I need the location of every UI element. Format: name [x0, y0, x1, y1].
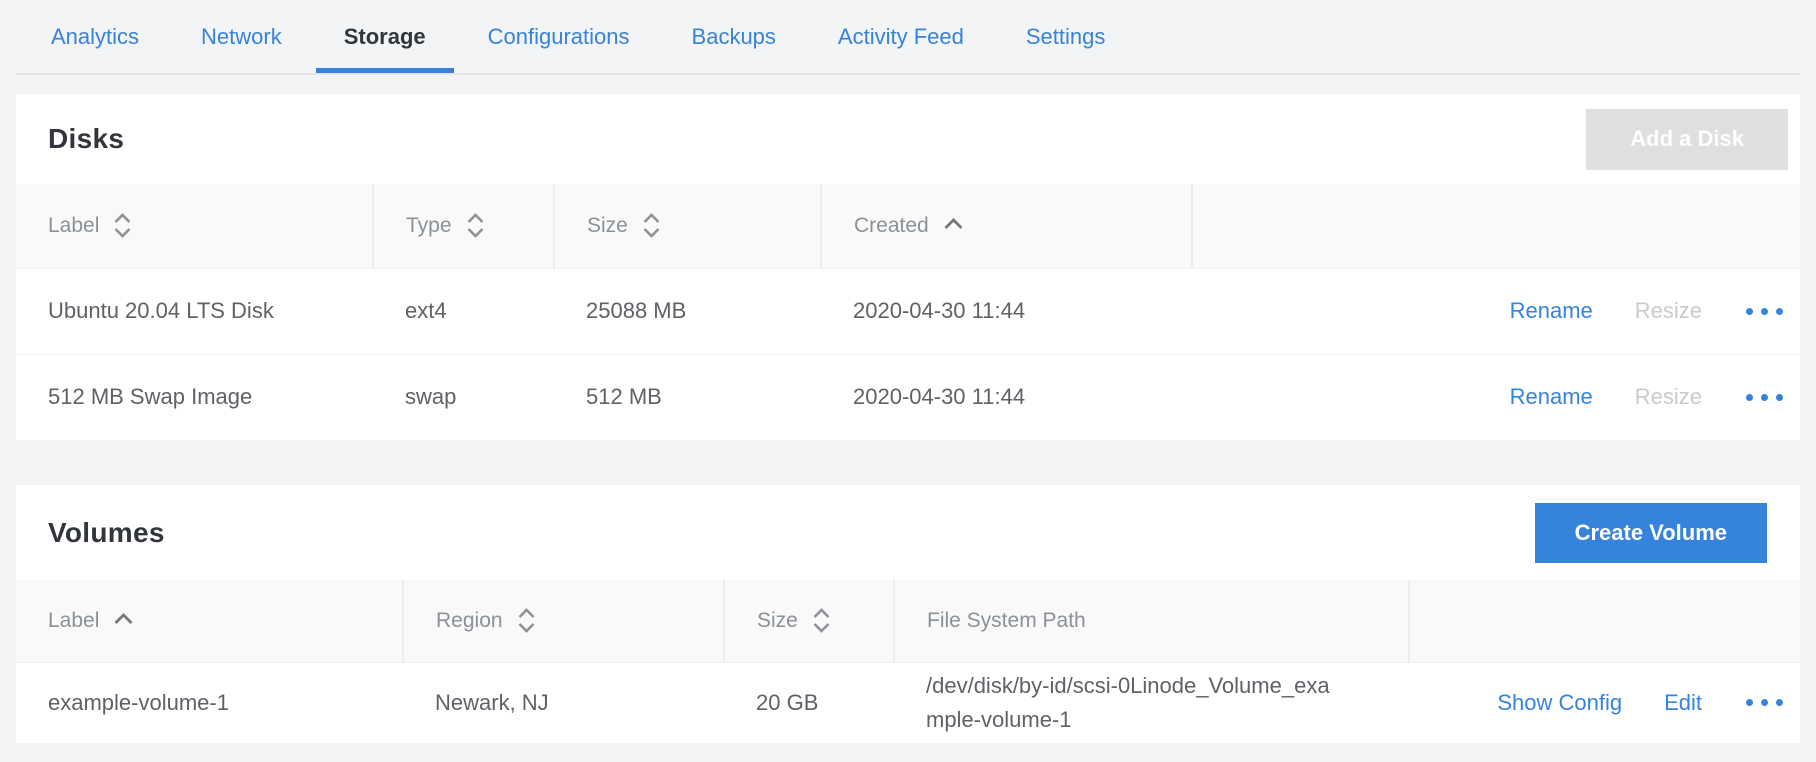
tab-analytics[interactable]: Analytics	[23, 0, 167, 73]
disk-label-cell: 512 MB Swap Image	[16, 354, 373, 440]
disks-actions-header	[1192, 184, 1800, 268]
sort-both-icon	[811, 607, 832, 634]
sort-asc-icon	[942, 217, 965, 230]
tab-configurations[interactable]: Configurations	[460, 0, 658, 73]
add-disk-button[interactable]: Add a Disk	[1586, 109, 1788, 170]
disks-sort-type[interactable]: Type	[373, 184, 554, 268]
volumes-actions-header	[1409, 580, 1800, 662]
volume-size-cell: 20 GB	[724, 662, 894, 743]
volumes-header-row: Label Region Size	[16, 580, 1800, 662]
column-header-label: Label	[48, 609, 99, 633]
column-header-label: Type	[406, 214, 452, 238]
disks-panel-header: Disks Add a Disk	[16, 94, 1800, 184]
disks-title: Disks	[48, 123, 124, 155]
ellipsis-menu-icon[interactable]	[1744, 693, 1785, 712]
volumes-sort-size[interactable]: Size	[724, 580, 894, 662]
rename-link[interactable]: Rename	[1510, 384, 1593, 410]
ellipsis-menu-icon[interactable]	[1744, 302, 1785, 321]
column-header-label: Region	[436, 609, 503, 633]
tab-settings[interactable]: Settings	[998, 0, 1134, 73]
disks-sort-size[interactable]: Size	[554, 184, 821, 268]
disk-label-cell: Ubuntu 20.04 LTS Disk	[16, 268, 373, 354]
resize-link[interactable]: Resize	[1635, 384, 1702, 410]
resize-link[interactable]: Resize	[1635, 298, 1702, 324]
tab-activity-feed[interactable]: Activity Feed	[810, 0, 992, 73]
show-config-link[interactable]: Show Config	[1497, 690, 1622, 716]
tab-network[interactable]: Network	[173, 0, 310, 73]
ellipsis-menu-icon[interactable]	[1744, 388, 1785, 407]
volume-path-cell: /dev/disk/by-id/scsi-0Linode_Volume_exam…	[894, 662, 1409, 743]
disk-type-cell: ext4	[373, 268, 554, 354]
table-row: 512 MB Swap Image swap 512 MB 2020-04-30…	[16, 354, 1800, 440]
column-header-label: Created	[854, 214, 929, 238]
table-row: example-volume-1 Newark, NJ 20 GB /dev/d…	[16, 662, 1800, 743]
sort-both-icon	[641, 212, 662, 239]
column-header-label: Size	[757, 609, 798, 633]
volumes-sort-region[interactable]: Region	[403, 580, 724, 662]
sort-both-icon	[465, 212, 486, 239]
volumes-table: Label Region Size	[16, 580, 1800, 743]
disks-sort-label[interactable]: Label	[16, 184, 373, 268]
volume-label-cell: example-volume-1	[16, 662, 403, 743]
volumes-title: Volumes	[48, 517, 165, 549]
create-volume-button[interactable]: Create Volume	[1535, 503, 1767, 563]
disk-created-cell: 2020-04-30 11:44	[821, 268, 1192, 354]
disk-size-cell: 25088 MB	[554, 268, 821, 354]
rename-link[interactable]: Rename	[1510, 298, 1593, 324]
table-row: Ubuntu 20.04 LTS Disk ext4 25088 MB 2020…	[16, 268, 1800, 354]
tab-bar: Analytics Network Storage Configurations…	[16, 0, 1800, 75]
column-header-label: Label	[48, 214, 99, 238]
disk-type-cell: swap	[373, 354, 554, 440]
disk-created-cell: 2020-04-30 11:44	[821, 354, 1192, 440]
column-header-label: File System Path	[927, 609, 1086, 633]
volumes-panel: Volumes Create Volume Label Region	[16, 485, 1800, 743]
volume-region-cell: Newark, NJ	[403, 662, 724, 743]
tab-storage[interactable]: Storage	[316, 0, 454, 73]
disk-size-cell: 512 MB	[554, 354, 821, 440]
column-header-label: Size	[587, 214, 628, 238]
disks-sort-created[interactable]: Created	[821, 184, 1192, 268]
tab-backups[interactable]: Backups	[664, 0, 804, 73]
edit-link[interactable]: Edit	[1664, 690, 1702, 716]
volumes-panel-header: Volumes Create Volume	[16, 485, 1800, 580]
disks-table: Label Type Size	[16, 184, 1800, 440]
volumes-sort-label[interactable]: Label	[16, 580, 403, 662]
disks-panel: Disks Add a Disk Label Type	[16, 94, 1800, 440]
sort-both-icon	[112, 212, 133, 239]
volumes-header-path: File System Path	[894, 580, 1409, 662]
sort-asc-icon	[112, 612, 135, 625]
sort-both-icon	[516, 607, 537, 634]
disks-header-row: Label Type Size	[16, 184, 1800, 268]
